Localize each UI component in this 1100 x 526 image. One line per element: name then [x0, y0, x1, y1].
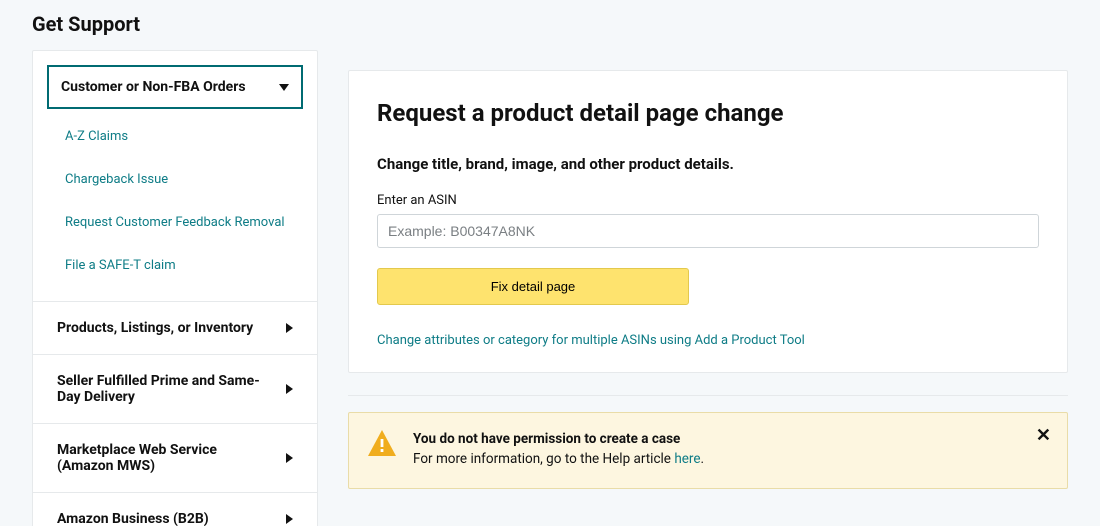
sidebar-category-customer-orders-label: Customer or Non-FBA Orders: [61, 79, 246, 95]
sidebar-category-mws: Marketplace Web Service (Amazon MWS): [33, 424, 317, 493]
sidebar-item-request-feedback-removal[interactable]: Request Customer Feedback Removal: [33, 201, 317, 244]
chevron-right-icon: [286, 514, 293, 524]
sidebar-category-sfp-header[interactable]: Seller Fulfilled Prime and Same-Day Deli…: [33, 355, 317, 423]
warning-icon: [367, 429, 397, 457]
card-heading: Request a product detail page change: [377, 99, 1039, 127]
page-title: Get Support: [32, 12, 1068, 36]
alert-body-suffix: .: [701, 451, 705, 467]
sidebar-category-b2b: Amazon Business (B2B): [33, 493, 317, 526]
sidebar-item-a-z-claims[interactable]: A-Z Claims: [33, 115, 317, 158]
chevron-right-icon: [286, 323, 293, 333]
alert-body-prefix: For more information, go to the Help art…: [413, 451, 674, 467]
sidebar-category-sfp-label: Seller Fulfilled Prime and Same-Day Deli…: [57, 373, 267, 405]
sidebar-category-products: Products, Listings, or Inventory: [33, 302, 317, 355]
sidebar-category-mws-header[interactable]: Marketplace Web Service (Amazon MWS): [33, 424, 317, 492]
asin-field-label: Enter an ASIN: [377, 193, 1039, 208]
divider: [348, 395, 1068, 396]
close-icon[interactable]: ✕: [1036, 427, 1051, 445]
help-here-link[interactable]: here: [674, 451, 700, 467]
sidebar-subitems: A-Z Claims Chargeback Issue Request Cust…: [33, 109, 317, 301]
sidebar-category-sfp: Seller Fulfilled Prime and Same-Day Deli…: [33, 355, 317, 424]
permission-alert: You do not have permission to create a c…: [348, 412, 1068, 489]
request-change-card: Request a product detail page change Cha…: [348, 70, 1068, 373]
sidebar-category-b2b-header[interactable]: Amazon Business (B2B): [33, 493, 317, 526]
sidebar-category-products-label: Products, Listings, or Inventory: [57, 320, 253, 336]
sidebar: Customer or Non-FBA Orders A-Z Claims Ch…: [32, 50, 318, 526]
sidebar-item-chargeback-issue[interactable]: Chargeback Issue: [33, 158, 317, 201]
sidebar-category-products-header[interactable]: Products, Listings, or Inventory: [33, 302, 317, 354]
multi-asin-link[interactable]: Change attributes or category for multip…: [377, 333, 805, 348]
sidebar-category-b2b-label: Amazon Business (B2B): [57, 511, 209, 526]
card-subtitle: Change title, brand, image, and other pr…: [377, 155, 1039, 173]
fix-detail-page-button[interactable]: Fix detail page: [377, 268, 689, 305]
chevron-right-icon: [286, 453, 293, 463]
sidebar-category-mws-label: Marketplace Web Service (Amazon MWS): [57, 442, 267, 474]
chevron-down-icon: [279, 84, 289, 91]
sidebar-category-customer-orders: Customer or Non-FBA Orders A-Z Claims Ch…: [33, 65, 317, 302]
alert-text: You do not have permission to create a c…: [413, 429, 704, 470]
sidebar-category-customer-orders-header[interactable]: Customer or Non-FBA Orders: [47, 65, 303, 109]
main-panel: Request a product detail page change Cha…: [348, 50, 1068, 489]
sidebar-item-file-safe-t-claim[interactable]: File a SAFE-T claim: [33, 244, 317, 287]
alert-title: You do not have permission to create a c…: [413, 431, 680, 447]
asin-input[interactable]: [377, 214, 1039, 248]
chevron-right-icon: [286, 384, 293, 394]
